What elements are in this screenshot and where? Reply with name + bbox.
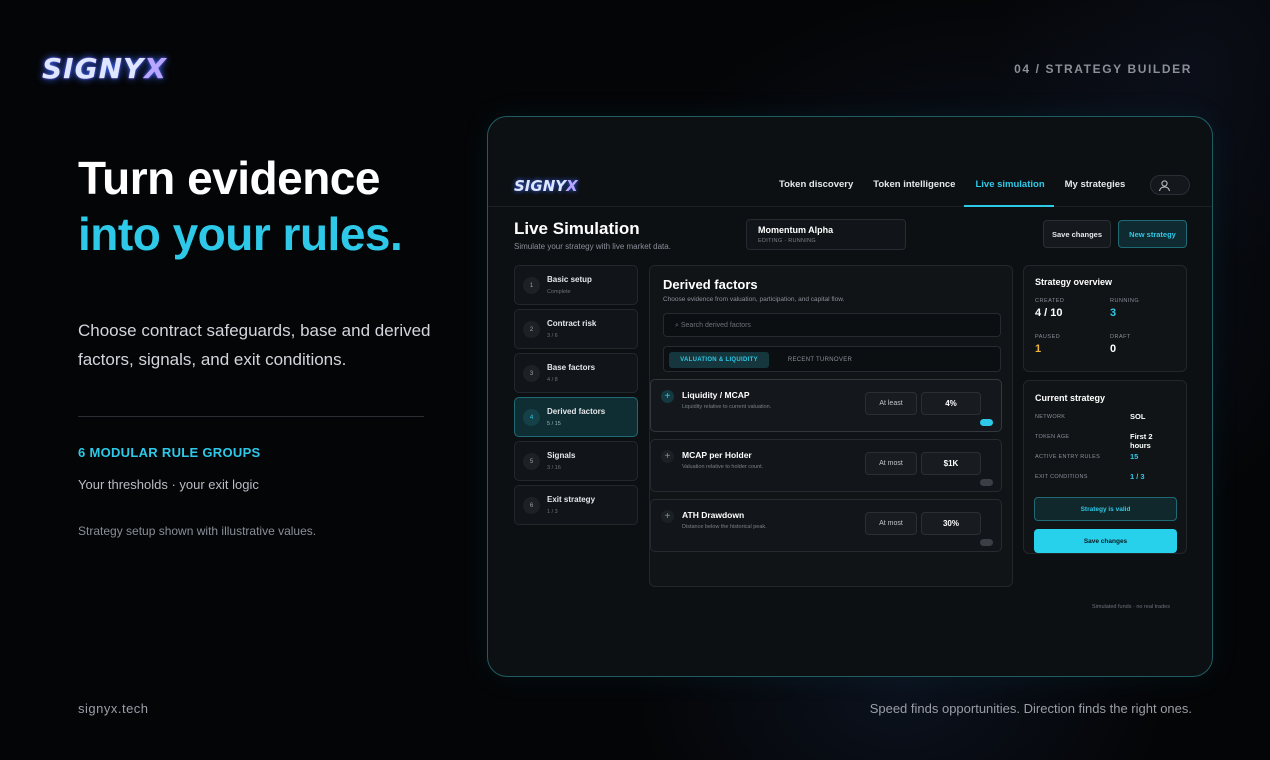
step-signals[interactable]: 5 Signals 3 / 16 (514, 441, 638, 481)
entry-rules-row: ACTIVE ENTRY RULES 15 (1035, 452, 1139, 461)
step-base-factors[interactable]: 3 Base factors 4 / 8 (514, 353, 638, 393)
page-subtitle: Simulate your strategy with live market … (514, 242, 671, 251)
save-changes-button[interactable]: Save changes (1043, 220, 1111, 248)
strategy-status: EDITING · RUNNING (758, 238, 816, 244)
app-navbar: SIGNYX Token discovery Token intelligenc… (488, 117, 1212, 207)
factor-description: Liquidity relative to current valuation. (682, 404, 772, 410)
nav-live-simulation[interactable]: Live simulation (964, 179, 1054, 207)
step-progress: 3 / 16 (547, 465, 561, 471)
strategy-selector[interactable]: Momentum Alpha EDITING · RUNNING (746, 219, 906, 250)
tab-valuation-liquidity[interactable]: VALUATION & LIQUIDITY (669, 352, 769, 368)
strategy-overview-card: Strategy overview CREATED 4 / 10 RUNNING 3… (1023, 265, 1187, 372)
nav-my-strategies[interactable]: My strategies (1054, 179, 1135, 207)
hero-description: Choose contract safeguards, base and der… (78, 321, 431, 369)
step-number: 3 (523, 365, 540, 382)
step-progress: Complete (547, 289, 571, 295)
step-title: Signals (547, 451, 576, 460)
step-number: 4 (523, 409, 540, 426)
operator-select[interactable]: At most (865, 452, 917, 475)
add-icon[interactable]: + (661, 390, 674, 403)
factor-card[interactable]: + MCAP per Holder Valuation relative to … (650, 439, 1002, 492)
step-derived-factors[interactable]: 4 Derived factors 5 / 15 (514, 397, 638, 437)
nav-links: Token discovery Token intelligence Live … (768, 179, 1134, 207)
operator-select[interactable]: At least (865, 392, 917, 415)
current-strategy-card: Current strategy NETWORK SOL TOKEN AGE Fir… (1023, 380, 1187, 554)
user-menu-button[interactable] (1150, 175, 1190, 195)
threshold-input[interactable]: $1K (921, 452, 981, 475)
step-exit-strategy[interactable]: 6 Exit strategy 1 / 3 (514, 485, 638, 525)
stat-created: CREATED 4 / 10 (1035, 298, 1065, 319)
user-icon (1159, 180, 1170, 192)
factor-card[interactable]: + ATH Drawdown Distance below the histor… (650, 499, 1002, 552)
step-number: 5 (523, 453, 540, 470)
hero-line-1: Turn evidence (78, 152, 380, 204)
step-basic-setup[interactable]: 1 Basic setup Complete (514, 265, 638, 305)
step-progress: 1 / 3 (547, 509, 558, 515)
factor-toggle[interactable] (980, 419, 993, 426)
stat-paused: PAUSED 1 (1035, 334, 1061, 355)
operator-select[interactable]: At most (865, 512, 917, 535)
panel-subtitle: Choose evidence from valuation, particip… (663, 296, 845, 303)
factor-name: Liquidity / MCAP (682, 390, 750, 400)
threshold-input[interactable]: 4% (921, 392, 981, 415)
current-title: Current strategy (1035, 393, 1106, 403)
step-title: Contract risk (547, 319, 597, 328)
exit-conditions-row: EXIT CONDITIONS 1 / 3 (1035, 472, 1145, 481)
app-window: SIGNYX Token discovery Token intelligenc… (487, 116, 1213, 677)
derived-factors-panel: Derived factors Choose evidence from val… (649, 265, 1013, 587)
new-strategy-button[interactable]: New strategy (1118, 220, 1187, 248)
divider (78, 416, 424, 417)
strategy-valid-badge: Strategy is valid (1034, 497, 1177, 521)
factor-name: MCAP per Holder (682, 450, 752, 460)
factor-toggle[interactable] (980, 479, 993, 486)
strategy-name: Momentum Alpha (758, 225, 834, 235)
factor-name: ATH Drawdown (682, 510, 745, 520)
app-logo[interactable]: SIGNYX (514, 177, 578, 195)
factor-description: Distance below the historical peak. (682, 524, 767, 530)
stat-draft: DRAFT 0 (1110, 334, 1131, 355)
step-title: Basic setup (547, 275, 592, 284)
simulation-disclaimer: Simulated funds · no real trades (1092, 604, 1170, 610)
site-url: signyx.tech (78, 701, 149, 716)
tagline: Speed finds opportunities. Direction fin… (869, 701, 1192, 716)
step-number: 1 (523, 277, 540, 294)
step-progress: 3 / 6 (547, 333, 558, 339)
hero-line-2: into your rules. (78, 208, 403, 260)
step-title: Exit strategy (547, 495, 596, 504)
page-tag: 04 / STRATEGY BUILDER (1014, 62, 1192, 76)
step-progress: 4 / 8 (547, 377, 558, 383)
save-changes-primary-button[interactable]: Save changes (1034, 529, 1177, 553)
illustrative-note: Strategy setup shown with illustrative v… (78, 524, 317, 538)
step-number: 2 (523, 321, 540, 338)
add-icon[interactable]: + (661, 510, 674, 523)
factor-card[interactable]: + Liquidity / MCAP Liquidity relative to… (650, 379, 1002, 432)
rule-groups-title: 6 MODULAR RULE GROUPS (78, 445, 261, 460)
panel-title: Derived factors (663, 277, 758, 292)
page-title: Live Simulation (514, 219, 640, 238)
tab-recent-turnover[interactable]: RECENT TURNOVER (776, 352, 864, 368)
threshold-input[interactable]: 30% (921, 512, 981, 535)
step-number: 6 (523, 497, 540, 514)
step-progress: 5 / 15 (547, 421, 561, 427)
step-title: Derived factors (547, 407, 606, 416)
factor-tabs: VALUATION & LIQUIDITY RECENT TURNOVER (663, 346, 1001, 372)
step-list: 1 Basic setup Complete 2 Contract risk 3 / 6… (514, 265, 638, 529)
stat-running: RUNNING 3 (1110, 298, 1140, 319)
token-age-row: TOKEN AGE First 2 hours (1035, 432, 1153, 450)
hero-heading: Turn evidence into your rules. (78, 150, 403, 262)
step-contract-risk[interactable]: 2 Contract risk 3 / 6 (514, 309, 638, 349)
rule-groups-subtitle: Your thresholds · your exit logic (78, 477, 259, 492)
factor-description: Valuation relative to holder count. (682, 464, 764, 470)
overview-title: Strategy overview (1035, 277, 1113, 287)
search-input[interactable]: ⌕ Search derived factors (663, 313, 1001, 337)
network-row: NETWORK SOL (1035, 412, 1146, 421)
step-title: Base factors (547, 363, 596, 372)
factor-toggle[interactable] (980, 539, 993, 546)
add-icon[interactable]: + (661, 450, 674, 463)
signyx-logo: SIGNYX (42, 52, 167, 85)
nav-token-discovery[interactable]: Token discovery (768, 179, 862, 207)
nav-token-intelligence[interactable]: Token intelligence (862, 179, 964, 207)
